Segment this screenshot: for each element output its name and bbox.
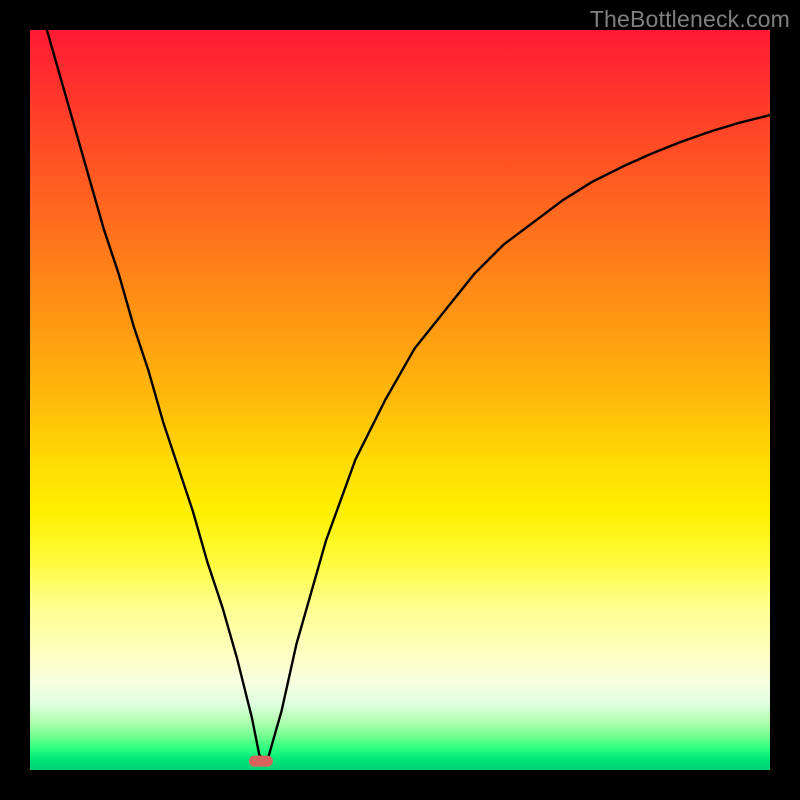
chart-container: TheBottleneck.com (0, 0, 800, 800)
curve-svg (30, 30, 770, 770)
optimal-marker (249, 756, 273, 767)
bottleneck-curve (30, 30, 770, 763)
watermark-text: TheBottleneck.com (590, 6, 790, 33)
plot-area (30, 30, 770, 770)
